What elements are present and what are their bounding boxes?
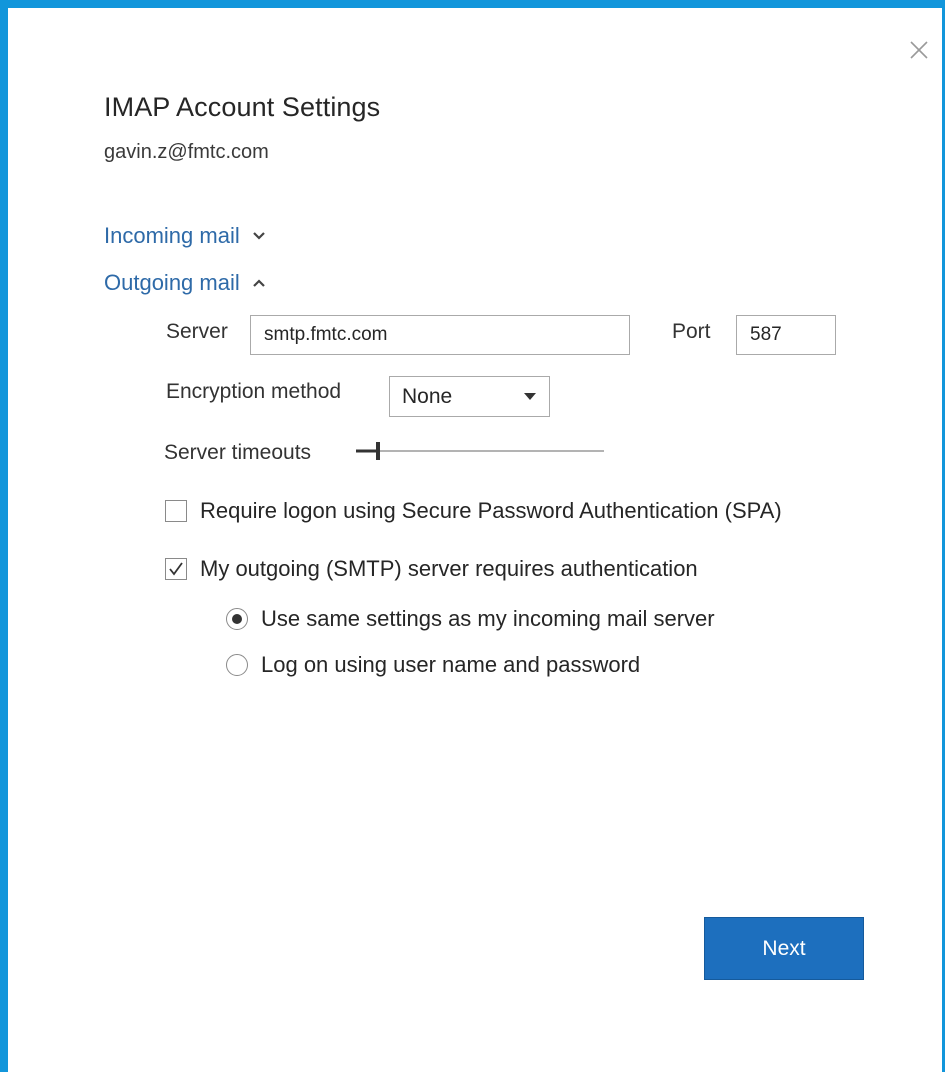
same-settings-radio-label: Use same settings as my incoming mail se… — [261, 606, 715, 631]
chevron-down-icon — [252, 232, 265, 240]
server-input-value: smtp.fmtc.com — [264, 324, 388, 345]
port-input-value: 587 — [750, 324, 782, 345]
incoming-mail-toggle[interactable]: Incoming mail — [104, 223, 266, 249]
encryption-method-label: Encryption method — [166, 380, 342, 403]
spa-checkbox-label: Require logon using Secure Password Auth… — [200, 498, 782, 523]
same-settings-radio[interactable] — [226, 608, 248, 630]
encryption-method-value: None — [402, 384, 453, 408]
logon-credentials-radio[interactable] — [226, 654, 248, 676]
same-settings-radio-row[interactable]: Use same settings as my incoming mail se… — [226, 606, 715, 632]
chevron-up-icon — [252, 279, 265, 287]
logon-credentials-radio-row[interactable]: Log on using user name and password — [226, 652, 640, 678]
server-timeouts-slider[interactable] — [354, 438, 606, 464]
port-label: Port — [672, 320, 711, 343]
smtp-auth-checkbox[interactable] — [165, 558, 187, 580]
slider-thumb — [376, 442, 380, 460]
spa-checkbox-row[interactable]: Require logon using Secure Password Auth… — [165, 498, 782, 524]
server-timeouts-label: Server timeouts — [164, 441, 312, 464]
slider-graphic — [356, 442, 604, 460]
radio-selected-dot — [232, 614, 242, 624]
incoming-mail-label: Incoming mail — [104, 223, 240, 248]
server-label: Server — [166, 320, 228, 343]
dialog-title: IMAP Account Settings — [104, 92, 381, 122]
encryption-method-select[interactable]: None — [389, 376, 550, 417]
logon-credentials-radio-label: Log on using user name and password — [261, 652, 641, 677]
spa-checkbox[interactable] — [165, 500, 187, 522]
checkmark-icon — [169, 562, 183, 576]
account-email: gavin.z@fmtc.com — [104, 141, 269, 163]
smtp-auth-checkbox-row[interactable]: My outgoing (SMTP) server requires authe… — [165, 556, 698, 582]
close-button[interactable] — [903, 34, 935, 66]
close-icon — [910, 41, 928, 59]
outgoing-mail-label: Outgoing mail — [104, 270, 240, 295]
server-input[interactable]: smtp.fmtc.com — [250, 315, 630, 355]
outgoing-mail-toggle[interactable]: Outgoing mail — [104, 270, 266, 296]
smtp-auth-checkbox-label: My outgoing (SMTP) server requires authe… — [200, 556, 698, 581]
dropdown-arrow-icon — [524, 392, 536, 400]
next-button[interactable]: Next — [704, 917, 864, 980]
port-input[interactable]: 587 — [736, 315, 836, 355]
